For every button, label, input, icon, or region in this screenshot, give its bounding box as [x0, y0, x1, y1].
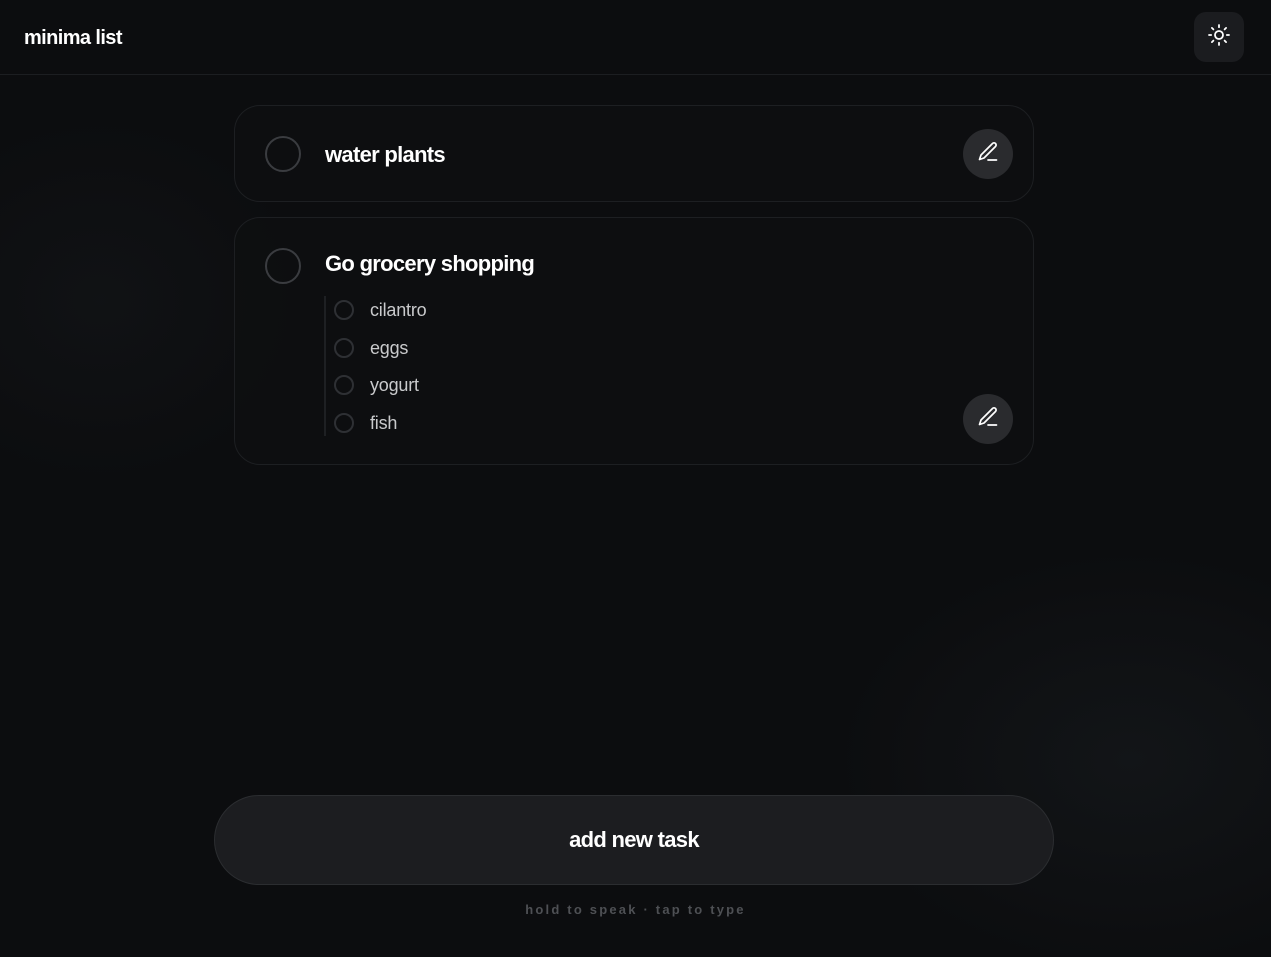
pencil-icon — [976, 405, 1000, 434]
subtask-label: cilantro — [370, 299, 427, 320]
task-card: Go grocery shopping cilantro eggs yogurt… — [234, 217, 1034, 465]
subtask-checkbox[interactable] — [334, 413, 354, 433]
edit-task-button[interactable] — [963, 394, 1013, 444]
theme-toggle-button[interactable] — [1194, 12, 1244, 62]
subtask-list: cilantro eggs yogurt fish — [324, 296, 724, 436]
subtask-item[interactable]: fish — [334, 409, 714, 437]
subtask-item[interactable]: cilantro — [334, 296, 714, 324]
add-new-task-button[interactable]: add new task — [214, 795, 1054, 885]
app-title: minima list — [24, 27, 122, 49]
edit-task-button[interactable] — [963, 129, 1013, 179]
subtask-label: eggs — [370, 337, 409, 358]
subtask-label: fish — [370, 412, 398, 433]
task-title[interactable]: water plants — [325, 142, 446, 168]
subtask-item[interactable]: eggs — [334, 334, 714, 362]
subtask-checkbox[interactable] — [334, 375, 354, 395]
subtask-checkbox[interactable] — [334, 300, 354, 320]
task-title[interactable]: Go grocery shopping — [325, 251, 535, 277]
add-task-label: add new task — [569, 827, 699, 852]
subtask-item[interactable]: yogurt — [334, 371, 714, 399]
task-complete-checkbox[interactable] — [265, 136, 301, 172]
sun-icon — [1207, 23, 1231, 52]
subtask-checkbox[interactable] — [334, 338, 354, 358]
app-header: minima list — [0, 0, 1271, 75]
task-card: water plants — [234, 105, 1034, 202]
task-complete-checkbox[interactable] — [265, 248, 301, 284]
input-hint: hold to speak · tap to type — [525, 902, 746, 917]
pencil-icon — [976, 140, 1000, 169]
subtask-label: yogurt — [370, 374, 419, 395]
